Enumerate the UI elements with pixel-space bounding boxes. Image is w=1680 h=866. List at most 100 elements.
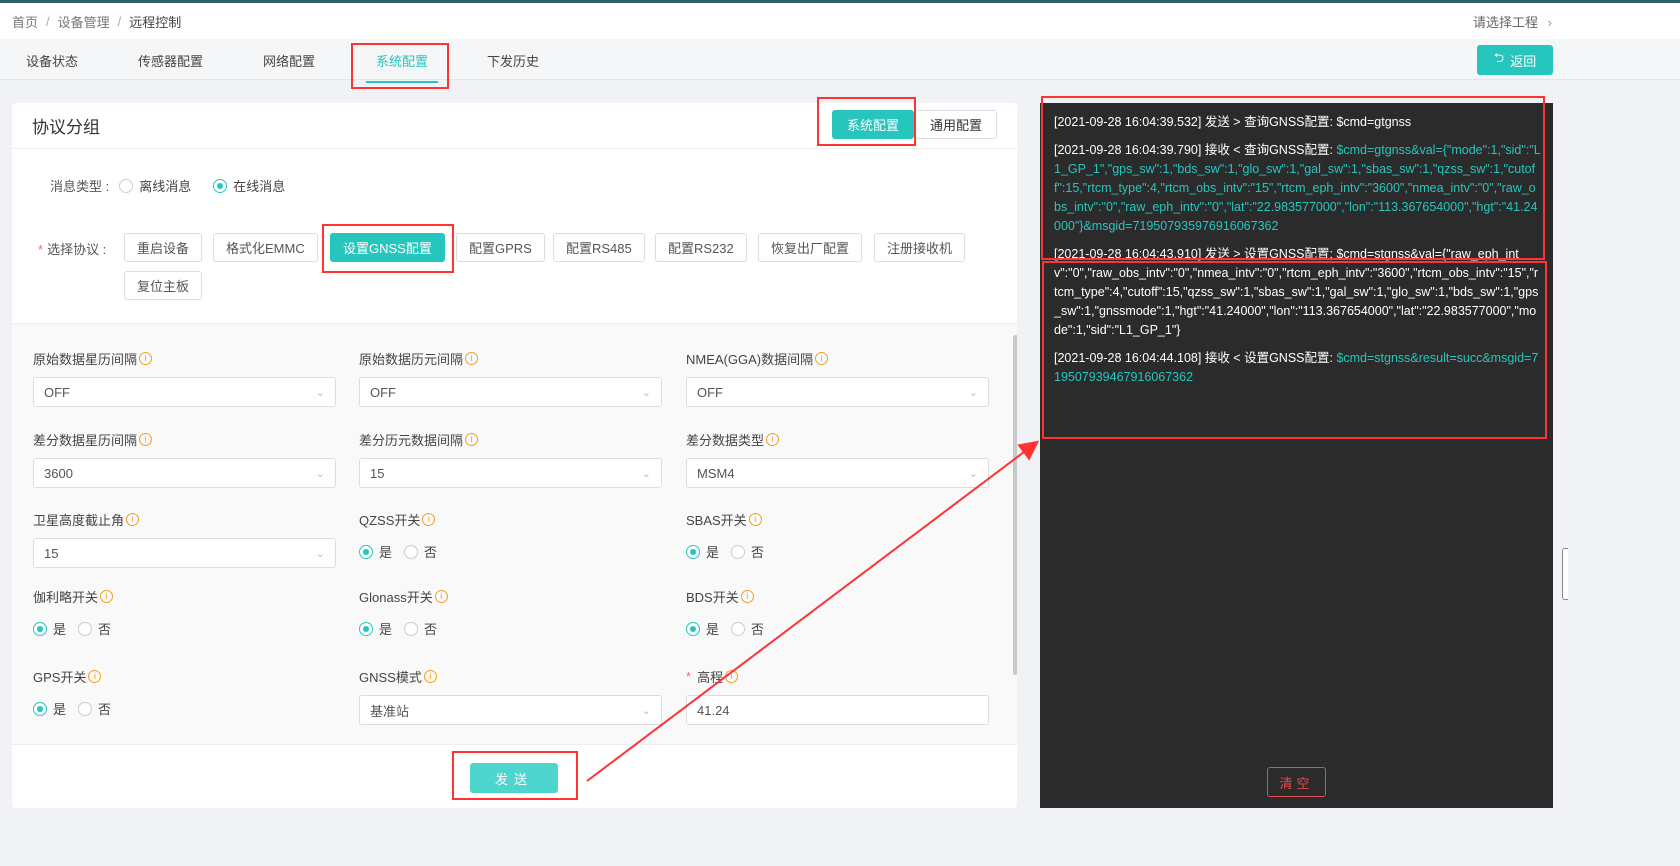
radio-option[interactable]: 是	[359, 542, 392, 561]
info-icon[interactable]: i	[815, 351, 829, 365]
info-icon[interactable]: i	[139, 351, 153, 365]
field-input[interactable]: 41.24	[686, 695, 989, 725]
radio-label: 否	[98, 622, 112, 637]
protocol-button[interactable]: 配置RS485	[553, 233, 645, 262]
field-select[interactable]: 基准站 ⌄	[359, 695, 662, 725]
field-select[interactable]: 15 ⌄	[359, 458, 662, 488]
log-prefix: [2021-09-28 16:04:43.910] 发送 > 设置GNSS配置:	[1054, 247, 1337, 261]
field-select[interactable]: OFF ⌄	[686, 377, 989, 407]
radio-option[interactable]: 是	[686, 619, 719, 638]
tab-send-history[interactable]: 下发历史	[487, 51, 539, 70]
info-icon[interactable]: i	[100, 589, 114, 603]
radio-option[interactable]: 否	[78, 619, 111, 638]
field-label: 卫星高度截止角 i	[33, 510, 336, 528]
radio-circle	[33, 701, 47, 716]
select-value: 15	[370, 465, 385, 481]
form-field: GPS开关 i 是 否	[33, 667, 336, 718]
back-label: 返回	[1510, 53, 1537, 69]
radio-online[interactable]: 在线消息	[213, 176, 285, 195]
field-select[interactable]: MSM4 ⌄	[686, 458, 989, 488]
back-button[interactable]: ⮌ 返回	[1477, 45, 1553, 75]
field-select[interactable]: OFF ⌄	[359, 377, 662, 407]
select-value: OFF	[697, 384, 723, 400]
field-label: GNSS模式 i	[359, 667, 662, 685]
field-select[interactable]: OFF ⌄	[33, 377, 336, 407]
info-icon[interactable]: i	[88, 669, 102, 683]
radio-option[interactable]: 是	[686, 542, 719, 561]
info-icon[interactable]: i	[465, 432, 479, 446]
field-label-text: GPS开关	[33, 669, 87, 685]
radio-option[interactable]: 否	[731, 619, 764, 638]
chevron-down-icon: ⌄	[968, 467, 978, 480]
protocol-button[interactable]: 注册接收机	[874, 233, 966, 262]
field-label: 差分数据星历间隔 i	[33, 430, 336, 448]
info-icon[interactable]: i	[422, 512, 436, 526]
tab-sensor-config[interactable]: 传感器配置	[138, 51, 203, 70]
log-entry: [2021-09-28 16:04:39.532] 发送 > 查询GNSS配置:…	[1054, 113, 1541, 132]
field-label: GPS开关 i	[33, 667, 336, 685]
info-icon[interactable]: i	[126, 512, 140, 526]
tab-system-config[interactable]: 系统配置	[365, 51, 439, 83]
radio-option[interactable]: 是	[33, 619, 66, 638]
chevron-down-icon: ⌄	[641, 704, 651, 717]
radio-option[interactable]: 否	[404, 542, 437, 561]
breadcrumb-home[interactable]: 首页	[12, 12, 38, 31]
field-label-text: 卫星高度截止角	[33, 512, 125, 528]
protocol-button[interactable]: 配置GPRS	[456, 233, 545, 262]
radio-option[interactable]: 是	[33, 699, 66, 718]
radio-option[interactable]: 否	[404, 619, 437, 638]
field-label: 原始数据星历间隔 i	[33, 349, 336, 367]
general-config-group-button[interactable]: 通用配置	[915, 110, 998, 139]
info-icon[interactable]: i	[740, 589, 754, 603]
radio-label: 否	[424, 622, 438, 637]
system-config-group-button[interactable]: 系统配置	[832, 110, 915, 139]
chevron-down-icon: ⌄	[315, 467, 325, 480]
breadcrumb-device-mgmt[interactable]: 设备管理	[58, 12, 110, 31]
info-icon[interactable]: i	[423, 669, 437, 683]
chevron-down-icon: ⌄	[315, 547, 325, 560]
protocol-button[interactable]: 格式化EMMC	[213, 233, 318, 262]
info-icon[interactable]: i	[725, 669, 739, 683]
radio-option[interactable]: 否	[78, 699, 111, 718]
info-icon[interactable]: i	[434, 589, 448, 603]
field-select[interactable]: 15 ⌄	[33, 538, 336, 568]
clear-button[interactable]: 清空	[1267, 767, 1326, 797]
radio-circle	[119, 178, 134, 193]
radio-label: 是	[706, 545, 720, 560]
radio-circle	[33, 621, 47, 636]
protocol-button[interactable]: 重启设备	[124, 233, 203, 262]
radio-offline[interactable]: 离线消息	[119, 176, 191, 195]
field-label-text: 差分数据星历间隔	[33, 432, 138, 448]
form-scrollbar[interactable]	[1013, 335, 1017, 675]
field-label-text: BDS开关	[686, 589, 739, 605]
info-icon[interactable]: i	[139, 432, 153, 446]
field-label: 原始数据历元间隔 i	[359, 349, 662, 367]
radio-label: 在线消息	[233, 179, 286, 194]
radio-label: 否	[424, 545, 438, 560]
radio-circle	[404, 544, 419, 559]
protocol-button[interactable]: 配置RS232	[655, 233, 747, 262]
info-icon[interactable]: i	[766, 432, 780, 446]
info-icon[interactable]: i	[465, 351, 479, 365]
message-type-label: 消息类型 :	[50, 179, 110, 194]
tab-network-config[interactable]: 网络配置	[263, 51, 315, 70]
log-entry: [2021-09-28 16:04:43.910] 发送 > 设置GNSS配置:…	[1054, 245, 1541, 340]
project-selector[interactable]: 请选择工程 ›	[1473, 12, 1552, 31]
tab-device-status[interactable]: 设备状态	[26, 51, 78, 70]
field-label-text: GNSS模式	[359, 669, 422, 685]
protocol-button[interactable]: 复位主板	[124, 271, 203, 300]
radio-label: 是	[706, 622, 720, 637]
field-select[interactable]: 3600 ⌄	[33, 458, 336, 488]
radio-circle-checked	[213, 178, 228, 193]
radio-option[interactable]: 否	[731, 542, 764, 561]
form-field: 差分历元数据间隔 i 15 ⌄	[359, 430, 662, 488]
protocol-button[interactable]: 恢复出厂配置	[758, 233, 863, 262]
info-icon[interactable]: i	[748, 512, 762, 526]
send-button[interactable]: 发送	[470, 763, 558, 793]
radio-option[interactable]: 是	[359, 619, 392, 638]
side-drawer-handle[interactable]	[1562, 548, 1568, 600]
chevron-down-icon: ⌄	[968, 386, 978, 399]
form-field: GNSS模式 i 基准站 ⌄	[359, 667, 662, 725]
protocol-button[interactable]: 设置GNSS配置	[330, 233, 445, 262]
protocol-panel: 协议分组 系统配置 通用配置 消息类型 : 离线消息 在线消息 * 选择协议 : …	[12, 103, 1017, 808]
